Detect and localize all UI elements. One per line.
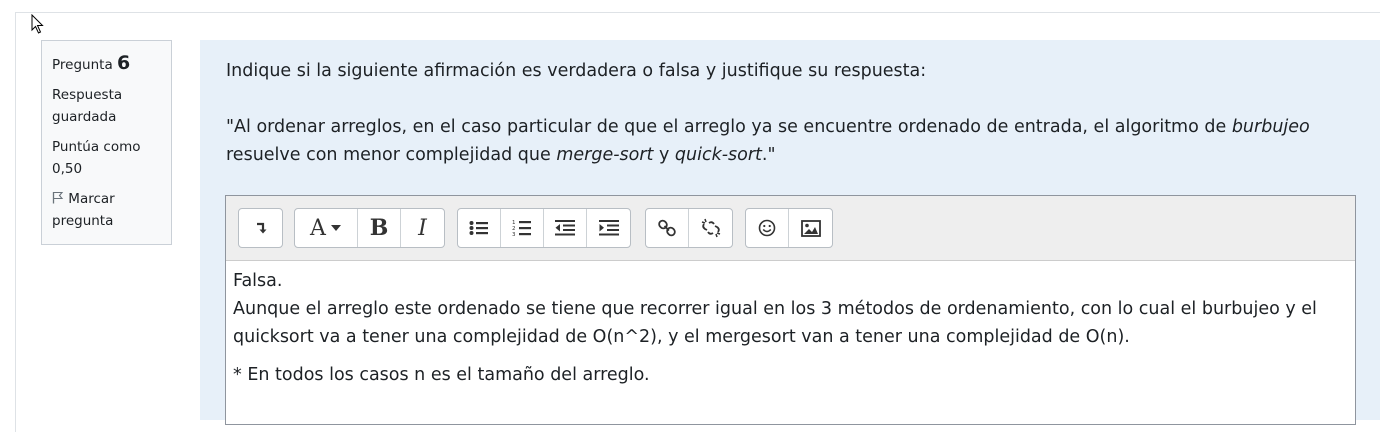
question-statement: "Al ordenar arreglos, en el caso particu… [226, 117, 1310, 165]
editor-toolbar: A B I 1 2 3 [226, 196, 1355, 261]
toolbar-group-lists: 1 2 3 [457, 208, 631, 248]
font-style-button[interactable]: A [295, 209, 358, 247]
svg-text:3: 3 [512, 232, 516, 237]
toolbar-group-media [745, 208, 833, 248]
emoji-icon [758, 219, 776, 237]
mouse-cursor-icon [31, 14, 44, 34]
emoji-button[interactable] [746, 209, 789, 247]
flag-icon [52, 191, 64, 204]
unordered-list-icon [469, 221, 488, 235]
unlink-button[interactable] [689, 209, 732, 247]
collapse-icon [256, 222, 266, 234]
question-content: Indique si la siguiente afirmación es ve… [200, 40, 1380, 425]
question-number-row: Pregunta 6 [52, 52, 161, 76]
question-text: Indique si la siguiente afirmación es ve… [226, 57, 1346, 197]
indent-icon [598, 220, 619, 236]
bold-icon: B [369, 215, 389, 241]
font-style-icon: A [310, 215, 326, 241]
indent-button[interactable] [587, 209, 630, 247]
answer-paragraph: Falsa. Aunque el arreglo este ordenado s… [233, 267, 1348, 351]
question-number: 6 [117, 52, 131, 74]
toolbar-group-text: A B I [294, 208, 445, 248]
image-icon [800, 219, 821, 237]
toolbar-group-links [645, 208, 733, 248]
bold-button[interactable]: B [358, 209, 401, 247]
unlink-icon [701, 218, 720, 238]
question-marks: Puntúa como 0,50 [52, 139, 141, 177]
question-label: Pregunta [52, 57, 113, 73]
question-prompt: Indique si la siguiente afirmación es ve… [226, 61, 927, 81]
image-button[interactable] [789, 209, 832, 247]
answer-note: * En todos los casos n es el tamaño del … [233, 365, 650, 385]
italic-button[interactable]: I [401, 209, 444, 247]
answer-line-2: Aunque el arreglo este ordenado se tiene… [233, 299, 1317, 347]
outdent-icon [555, 220, 575, 236]
link-icon [658, 219, 676, 237]
link-button[interactable] [646, 209, 689, 247]
answer-line-1: Falsa. [233, 271, 283, 291]
unordered-list-button[interactable] [458, 209, 501, 247]
toolbar-group-collapse [238, 208, 283, 248]
question-info-panel: Pregunta 6 Respuesta guardada Puntúa com… [41, 40, 172, 245]
answer-editor: A B I 1 2 3 Falsa. Aunque el arreglo est… [225, 195, 1356, 425]
answer-text-area[interactable]: Falsa. Aunque el arreglo este ordenado s… [226, 261, 1355, 405]
outdent-button[interactable] [544, 209, 587, 247]
chevron-down-icon [330, 225, 341, 231]
ordered-list-button[interactable]: 1 2 3 [501, 209, 544, 247]
italic-icon: I [418, 215, 427, 241]
ordered-list-icon: 1 2 3 [512, 220, 531, 237]
collapse-toolbar-button[interactable] [239, 209, 282, 247]
question-status: Respuesta guardada [52, 87, 123, 125]
flag-question-link[interactable]: Marcar pregunta [52, 188, 161, 232]
